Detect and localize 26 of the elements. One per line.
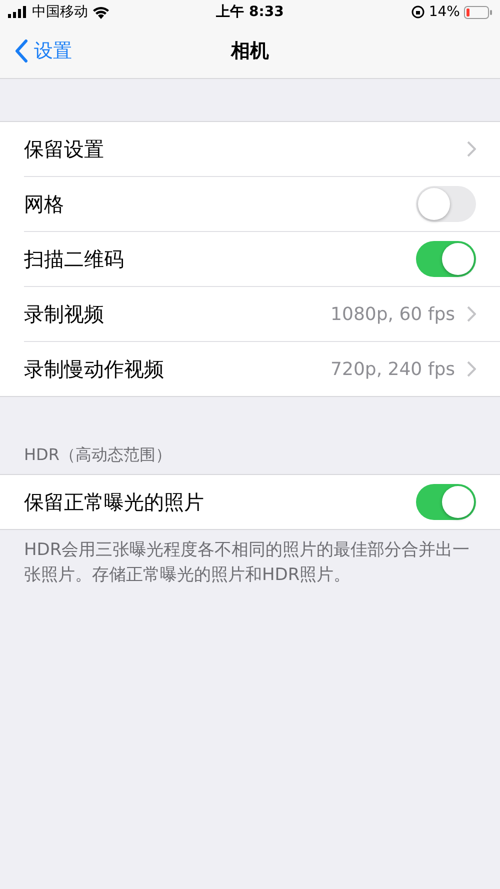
chevron-icon[interactable] [467,306,476,322]
wifi-icon [92,6,110,18]
battery-percent: 14% [428,4,460,20]
setting-label: 保留设置 [24,136,105,162]
chevron-icon[interactable] [467,361,476,377]
setting-value: 1080p, 60 fps [330,304,455,324]
battery-icon [464,6,492,18]
section-footer: HDR会用三张曝光程度各不相同的照片的最佳部分合并出一张照片。存储正常曝光的照片和HDR照片。 [0,530,500,596]
rotation-lock-icon [410,5,425,19]
signal-icon [8,6,28,18]
carrier-name: 中国移动 [32,3,88,21]
setting-label: 录制视频 [24,300,105,328]
page-title: 相机 [231,39,269,64]
back-button[interactable]: 设置 [0,38,72,64]
section-header: HDR（高动态范围） [23,445,172,466]
chevron-icon[interactable] [467,141,476,157]
back-chevron-icon [14,39,28,63]
setting-label: 保留正常曝光的照片 [24,488,205,516]
toggle-switch[interactable] [416,241,476,277]
setting-label: 录制慢动作视频 [24,356,165,382]
setting-label: 扫描二维码 [24,246,125,272]
setting-value: 720p, 240 fps [330,358,455,380]
toggle-switch[interactable] [416,186,476,222]
setting-label: 网格 [24,190,65,218]
clock-time: 上午 8:33 [215,3,285,21]
toggle-switch[interactable] [416,484,476,520]
